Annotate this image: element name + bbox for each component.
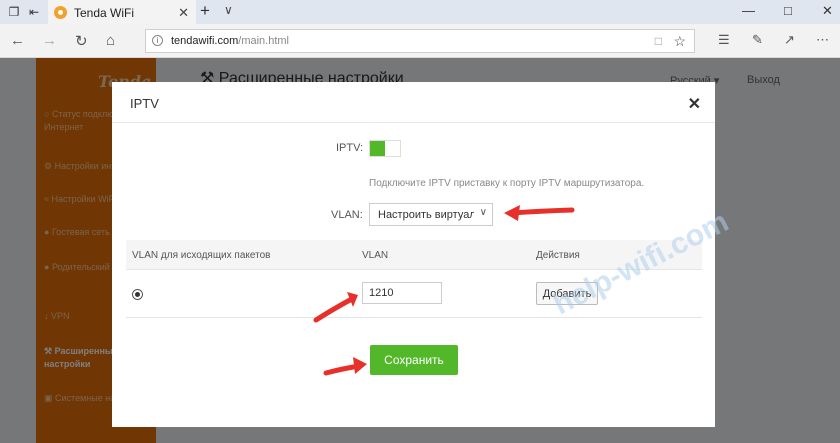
chevron-down-icon[interactable]: ∨ (224, 3, 233, 17)
vlan-select-value: Настроить виртуальную (378, 209, 474, 221)
tab-manager-icon[interactable]: ❐ (6, 4, 22, 20)
back-icon[interactable]: ← (10, 32, 25, 49)
column-header: VLAN (362, 250, 389, 261)
chevron-down-icon: ∨ (479, 207, 487, 218)
close-icon[interactable]: ✕ (178, 5, 189, 21)
column-header: VLAN для исходящих пакетов (132, 250, 271, 261)
browser-tab[interactable]: Tenda WiFi ✕ (48, 0, 196, 24)
favorite-star-icon[interactable]: ☆ (673, 33, 686, 50)
iptv-toggle[interactable] (369, 140, 401, 157)
minimize-icon[interactable]: — (742, 3, 755, 18)
share-icon[interactable]: ↗ (784, 32, 795, 48)
back-tab-icon[interactable]: ⇤ (26, 4, 42, 20)
more-icon[interactable]: ⋯ (816, 32, 829, 48)
iptv-hint: Подключите IPTV приставку к порту IPTV м… (369, 178, 645, 189)
close-window-icon[interactable]: ✕ (822, 3, 833, 19)
save-button[interactable]: Сохранить (370, 345, 458, 375)
vlan-id-input[interactable] (362, 282, 442, 304)
browser-address-bar: ← → ↻ ⌂ i tendawifi.com/main.html □ ☆ ☰ … (0, 24, 840, 58)
modal-title: IPTV (130, 96, 159, 111)
plus-icon[interactable]: + (200, 1, 210, 21)
url-field[interactable]: i tendawifi.com/main.html □ ☆ (145, 29, 695, 53)
forward-icon[interactable]: → (42, 32, 57, 49)
tenda-favicon (54, 6, 67, 19)
vlan-label: VLAN: (331, 209, 363, 221)
hub-icon[interactable]: ☰ (718, 32, 730, 48)
iptv-label: IPTV: (336, 142, 364, 154)
browser-tab-bar: ❐ ⇤ Tenda WiFi ✕ + ∨ — □ ✕ (0, 0, 840, 24)
info-icon[interactable]: i (152, 35, 163, 46)
maximize-icon[interactable]: □ (784, 3, 792, 18)
close-icon[interactable]: ✕ (688, 94, 701, 114)
reading-view-icon[interactable]: □ (655, 34, 662, 48)
column-header: Действия (536, 250, 580, 261)
pen-icon[interactable]: ✎ (752, 32, 763, 48)
outgoing-vlan-radio[interactable] (132, 289, 143, 300)
toggle-on-indicator (370, 141, 385, 156)
divider (112, 122, 715, 123)
vlan-select[interactable]: Настроить виртуальную ∨ (369, 203, 493, 226)
home-icon[interactable]: ⌂ (106, 32, 115, 49)
tab-title: Tenda WiFi (74, 6, 135, 20)
url-text: tendawifi.com/main.html (171, 35, 290, 47)
refresh-icon[interactable]: ↻ (75, 32, 88, 50)
